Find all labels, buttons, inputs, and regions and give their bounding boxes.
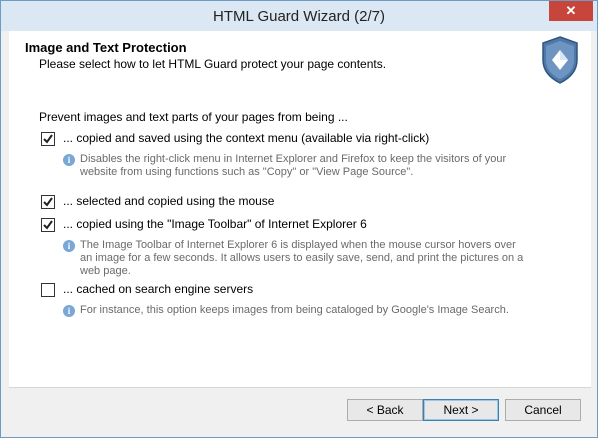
option-label: ... selected and copied using the mouse xyxy=(63,194,275,208)
next-button[interactable]: Next > xyxy=(423,399,499,421)
option-label: ... copied and saved using the context m… xyxy=(63,131,430,145)
shield-icon xyxy=(542,36,578,84)
checkbox-search-cache[interactable] xyxy=(41,283,55,297)
info-text: The Image Toolbar of Internet Explorer 6… xyxy=(80,239,524,277)
wizard-content: Prevent images and text parts of your pa… xyxy=(9,95,591,387)
cancel-button[interactable]: Cancel xyxy=(505,399,581,421)
button-divider xyxy=(9,387,591,388)
wizard-header: Image and Text Protection Please select … xyxy=(9,31,591,96)
back-button[interactable]: < Back xyxy=(347,399,423,421)
page-title: Image and Text Protection xyxy=(25,40,187,55)
info-text: For instance, this option keeps images f… xyxy=(80,304,509,316)
title-bar: HTML Guard Wizard (2/7) ✕ xyxy=(1,1,597,31)
checkbox-select-mouse[interactable] xyxy=(41,195,55,209)
intro-text: Prevent images and text parts of your pa… xyxy=(39,110,348,124)
checkbox-image-toolbar[interactable] xyxy=(41,218,55,232)
info-context-menu: i Disables the right-click menu in Inter… xyxy=(63,153,533,183)
info-icon: i xyxy=(63,154,75,166)
close-button[interactable]: ✕ xyxy=(549,1,593,21)
checkbox-context-menu[interactable] xyxy=(41,132,55,146)
check-icon xyxy=(43,197,53,207)
page-subtitle: Please select how to let HTML Guard prot… xyxy=(39,57,387,71)
option-label: ... copied using the "Image Toolbar" of … xyxy=(63,217,367,231)
wizard-window: HTML Guard Wizard (2/7) ✕ Image and Text… xyxy=(0,0,598,438)
info-text: Disables the right-click menu in Interne… xyxy=(80,153,507,178)
window-title: HTML Guard Wizard (2/7) xyxy=(213,8,385,25)
check-icon xyxy=(43,220,53,230)
check-icon xyxy=(43,134,53,144)
close-icon: ✕ xyxy=(565,3,577,18)
info-search-cache: i For instance, this option keeps images… xyxy=(63,304,533,320)
option-label: ... cached on search engine servers xyxy=(63,282,254,296)
info-image-toolbar: i The Image Toolbar of Internet Explorer… xyxy=(63,239,533,281)
info-icon: i xyxy=(63,305,75,317)
info-icon: i xyxy=(63,240,75,252)
